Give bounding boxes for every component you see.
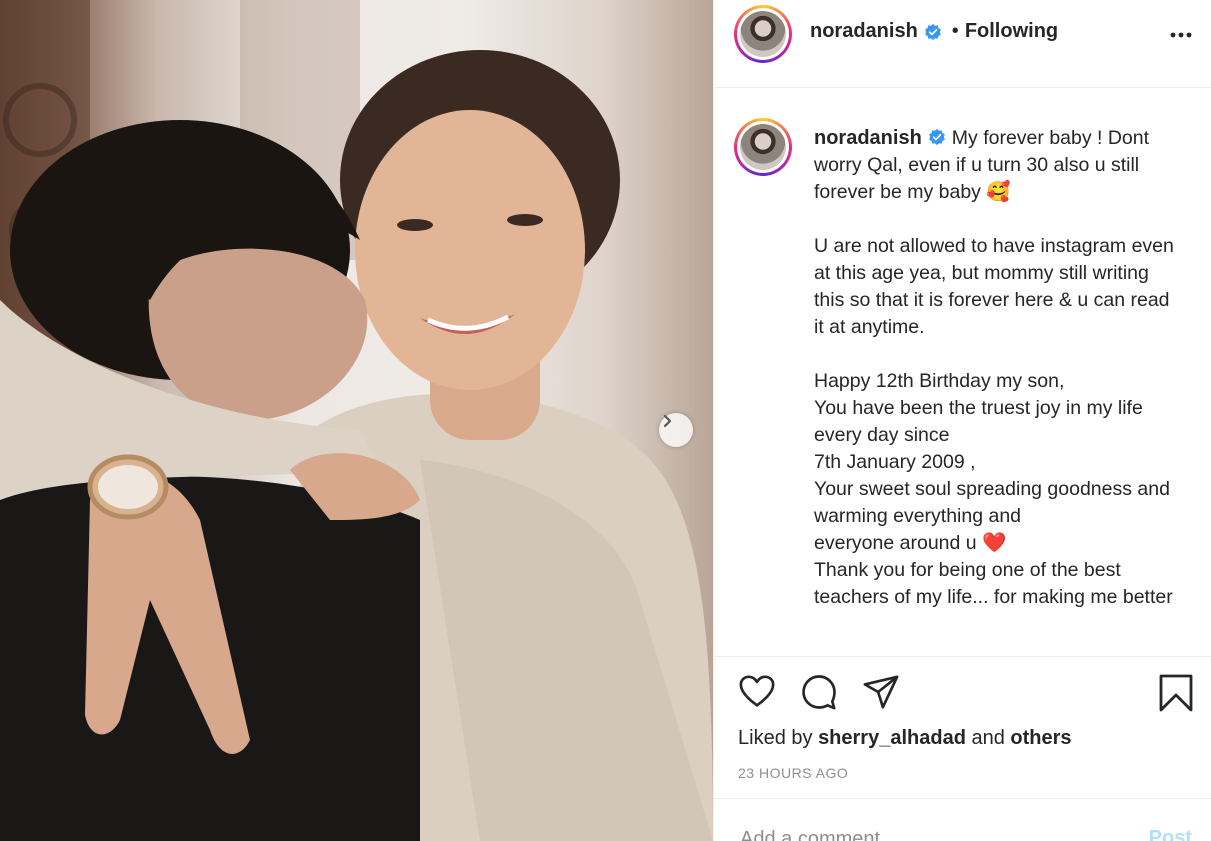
likes-conjunction: and bbox=[971, 727, 1005, 749]
likes-prefix: Liked by bbox=[738, 727, 813, 749]
post-timestamp[interactable]: 23 HOURS AGO bbox=[738, 765, 848, 781]
header-username[interactable]: noradanish bbox=[810, 20, 918, 43]
separator-dot: • bbox=[951, 20, 959, 42]
following-button[interactable]: Following bbox=[965, 20, 1058, 43]
caption-section: noradanish My forever baby ! Dont worry Q… bbox=[714, 89, 1211, 654]
heart-icon[interactable] bbox=[738, 673, 776, 711]
caption-profile-picture bbox=[740, 124, 786, 170]
verified-badge-icon bbox=[924, 23, 941, 40]
chevron-right-icon bbox=[663, 414, 672, 428]
caption-text: My forever baby ! Dont worry Qal, even i… bbox=[814, 127, 1174, 608]
bookmark-icon[interactable] bbox=[1158, 673, 1194, 713]
post-actions-section: Liked by sherry_alhadad and others 23 HO… bbox=[714, 656, 1211, 798]
caption-username[interactable]: noradanish bbox=[814, 127, 922, 149]
avatar[interactable] bbox=[734, 5, 792, 63]
share-icon[interactable] bbox=[862, 673, 900, 711]
photo-illustration bbox=[0, 0, 713, 841]
likes-others-link[interactable]: others bbox=[1010, 727, 1071, 749]
next-photo-button[interactable] bbox=[659, 413, 693, 447]
comment-bar: Post bbox=[714, 798, 1211, 841]
more-horizontal-icon[interactable] bbox=[1168, 22, 1194, 48]
comment-icon[interactable] bbox=[800, 673, 838, 711]
post-details-panel: noradanish • Following noradanish My fore… bbox=[713, 0, 1211, 841]
verified-badge-icon bbox=[928, 128, 945, 146]
profile-picture bbox=[740, 11, 786, 57]
post-header: noradanish • Following bbox=[714, 0, 1211, 88]
liked-by-user-link[interactable]: sherry_alhadad bbox=[818, 727, 966, 749]
post-comment-button[interactable]: Post bbox=[1149, 827, 1192, 841]
comment-input[interactable] bbox=[738, 827, 1122, 841]
post-photo[interactable] bbox=[0, 0, 713, 841]
caption-avatar[interactable] bbox=[734, 118, 792, 176]
caption-text-block: noradanish My forever baby ! Dont worry Q… bbox=[814, 125, 1184, 611]
likes-summary: Liked by sherry_alhadad and others bbox=[738, 727, 1072, 750]
